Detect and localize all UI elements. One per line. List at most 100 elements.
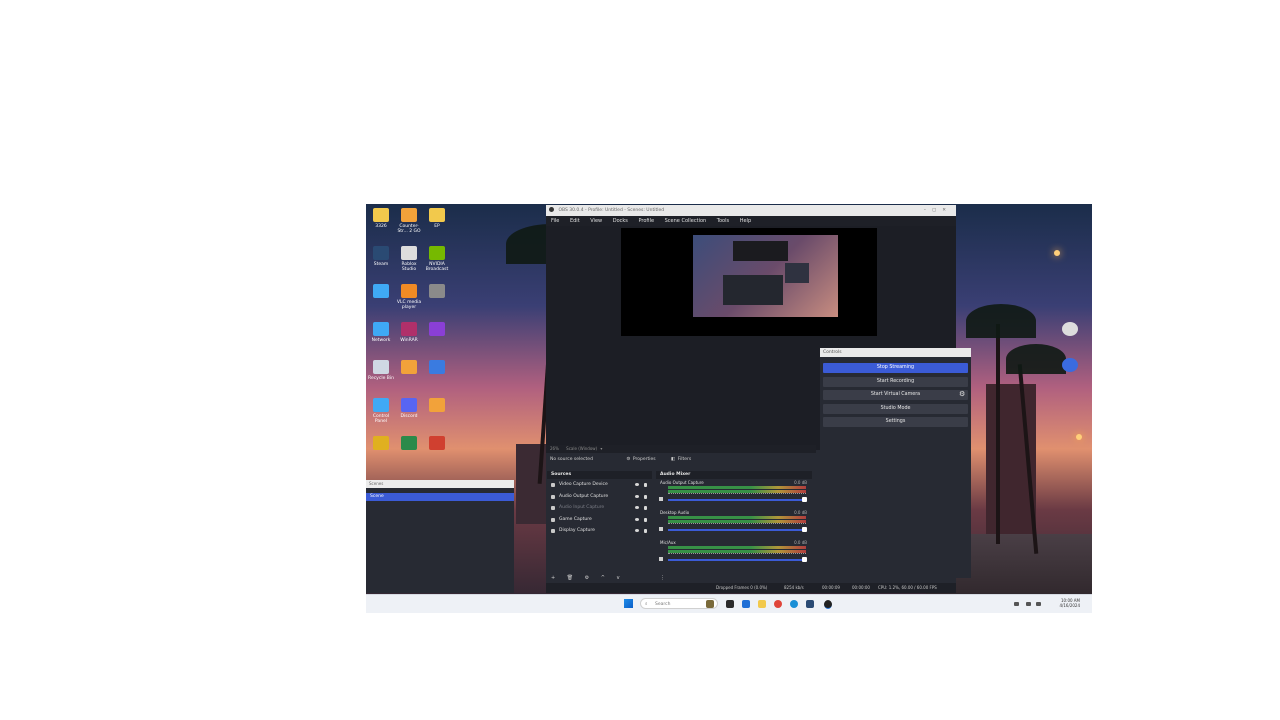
lock-icon[interactable] <box>644 506 647 510</box>
speaker-icon[interactable] <box>659 497 663 501</box>
controls-title[interactable]: Controls <box>820 348 971 357</box>
desktop-icon[interactable]: VLC media player <box>396 284 422 310</box>
task-view-icon[interactable] <box>726 600 734 608</box>
record-time: 00:00:00 <box>852 585 870 590</box>
menu-tools[interactable]: Tools <box>717 218 729 224</box>
desktop-icon[interactable] <box>368 436 394 452</box>
chrome-icon[interactable] <box>774 600 782 608</box>
desktop-icon-label: EP <box>434 224 440 229</box>
desktop-icon[interactable]: Steam <box>368 246 394 267</box>
obs-title-bar[interactable]: OBS 30.0.4 - Profile: Untitled - Scenes:… <box>546 205 956 216</box>
taskbar-clock[interactable]: 10:00 AM 4/16/2024 <box>1059 598 1080 608</box>
desktop-icon[interactable]: Network <box>368 322 394 343</box>
visibility-eye-icon[interactable] <box>635 529 639 532</box>
visibility-eye-icon[interactable] <box>635 517 639 521</box>
volume-slider-handle[interactable] <box>802 497 807 502</box>
source-item[interactable]: Video Capture Device <box>547 479 652 491</box>
menu-edit[interactable]: Edit <box>570 218 580 224</box>
store-icon[interactable] <box>742 600 750 608</box>
source-type-icon <box>551 517 555 522</box>
desktop-icon[interactable]: EP <box>424 208 450 229</box>
desktop-icon-label: 3326 <box>375 224 387 229</box>
lock-icon[interactable] <box>644 529 647 533</box>
desktop-icon-label: VLC media player <box>396 300 422 310</box>
preview-canvas[interactable] <box>621 228 877 336</box>
menu-docks[interactable]: Docks <box>613 218 628 224</box>
steam-icon[interactable] <box>806 600 814 608</box>
sources-toolbar-icons[interactable]: + 🗑 ⚙ ^ v <box>551 575 625 581</box>
scale-mode[interactable]: Scale (Window) <box>566 446 597 451</box>
source-item[interactable]: Audio Output Capture <box>547 491 652 503</box>
desktop-icon[interactable]: Recycle Bin <box>368 360 394 381</box>
menu-view[interactable]: View <box>590 218 602 224</box>
volume-slider[interactable] <box>668 529 806 531</box>
desktop-icon[interactable] <box>396 436 422 452</box>
visibility-eye-icon[interactable] <box>635 494 639 498</box>
speaker-icon[interactable] <box>659 557 663 561</box>
lock-icon[interactable] <box>644 517 647 522</box>
visibility-eye-icon[interactable] <box>635 506 639 509</box>
start-virtual-camera-button[interactable]: Start Virtual Camera <box>823 390 968 400</box>
search-highlight-icon[interactable] <box>706 600 714 608</box>
desktop-icon[interactable]: Counter-Str... 2 GO <box>396 208 422 234</box>
chevron-down-icon[interactable]: ▾ <box>600 446 602 451</box>
desktop-icon[interactable]: Discord <box>396 398 422 419</box>
app-icon <box>429 322 445 336</box>
desktop-icon[interactable]: Roblox Studio <box>396 246 422 272</box>
desktop-icon[interactable]: WinRAR <box>396 322 422 343</box>
scenes-window: Scenes Scene <box>366 480 514 593</box>
mixer-menu-icon[interactable]: ⋮ <box>660 575 665 581</box>
stop-streaming-button[interactable]: Stop Streaming <box>823 363 968 373</box>
menu-profile[interactable]: Profile <box>638 218 654 224</box>
filters-button[interactable]: Filters <box>678 457 692 462</box>
source-item[interactable]: Audio Input Capture <box>547 502 652 514</box>
desktop-icon[interactable] <box>424 284 450 300</box>
volume-slider-handle[interactable] <box>802 527 807 532</box>
zoom-level[interactable]: 26% <box>550 446 559 451</box>
visibility-eye-icon[interactable] <box>635 483 639 486</box>
virtual-camera-gear-icon[interactable]: ⚙ <box>959 391 966 398</box>
menu-scene-collection[interactable]: Scene Collection <box>665 218 707 224</box>
desktop-icon[interactable]: NVIDIA Broadcast <box>424 246 450 272</box>
windows-start-icon[interactable] <box>624 599 633 608</box>
studio-mode-button[interactable]: Studio Mode <box>823 403 968 414</box>
scenes-title[interactable]: Scenes <box>366 480 514 488</box>
app-icon <box>429 284 445 298</box>
desktop-icon-label: Steam <box>373 262 389 267</box>
app-icon <box>373 360 389 374</box>
source-item[interactable]: Game Capture <box>547 514 652 526</box>
desktop-icon[interactable]: Control Panel <box>368 398 394 424</box>
menu-file[interactable]: File <box>551 218 559 224</box>
settings-button[interactable]: Settings <box>823 417 968 427</box>
desktop-icon[interactable]: 3326 <box>368 208 394 229</box>
start-recording-button[interactable]: Start Recording <box>823 376 968 387</box>
controls-dock: Controls Stop Streaming Start Recording St… <box>820 348 971 578</box>
source-item[interactable]: Display Capture <box>547 525 652 537</box>
window-controls[interactable]: –▢✕ <box>924 205 952 216</box>
tray-chevron-icon[interactable] <box>1014 602 1019 606</box>
desktop-icon[interactable] <box>424 398 450 414</box>
menu-help[interactable]: Help <box>740 218 751 224</box>
volume-slider[interactable] <box>668 559 806 561</box>
app-icon <box>429 360 445 374</box>
obs-taskbar-icon[interactable] <box>824 600 832 609</box>
desktop-icon[interactable] <box>424 436 450 452</box>
edge-icon[interactable] <box>790 600 798 608</box>
desktop-icon[interactable] <box>368 284 394 300</box>
volume-icon[interactable] <box>1036 602 1041 606</box>
desktop-icon[interactable] <box>1057 322 1083 338</box>
wifi-icon[interactable] <box>1026 602 1031 606</box>
scene-item[interactable]: Scene <box>366 493 514 501</box>
volume-slider[interactable] <box>668 499 806 501</box>
desktop-icon[interactable] <box>424 322 450 338</box>
properties-button[interactable]: Properties <box>633 457 656 462</box>
speaker-icon[interactable] <box>659 527 663 531</box>
desktop-icon[interactable] <box>424 360 450 376</box>
file-explorer-icon[interactable] <box>758 600 766 608</box>
desktop-icon[interactable] <box>1057 358 1083 374</box>
lock-icon[interactable] <box>644 483 647 487</box>
volume-slider-handle[interactable] <box>802 557 807 562</box>
meter-scale <box>668 493 806 497</box>
desktop-icon[interactable] <box>396 360 422 376</box>
lock-icon[interactable] <box>644 494 647 499</box>
